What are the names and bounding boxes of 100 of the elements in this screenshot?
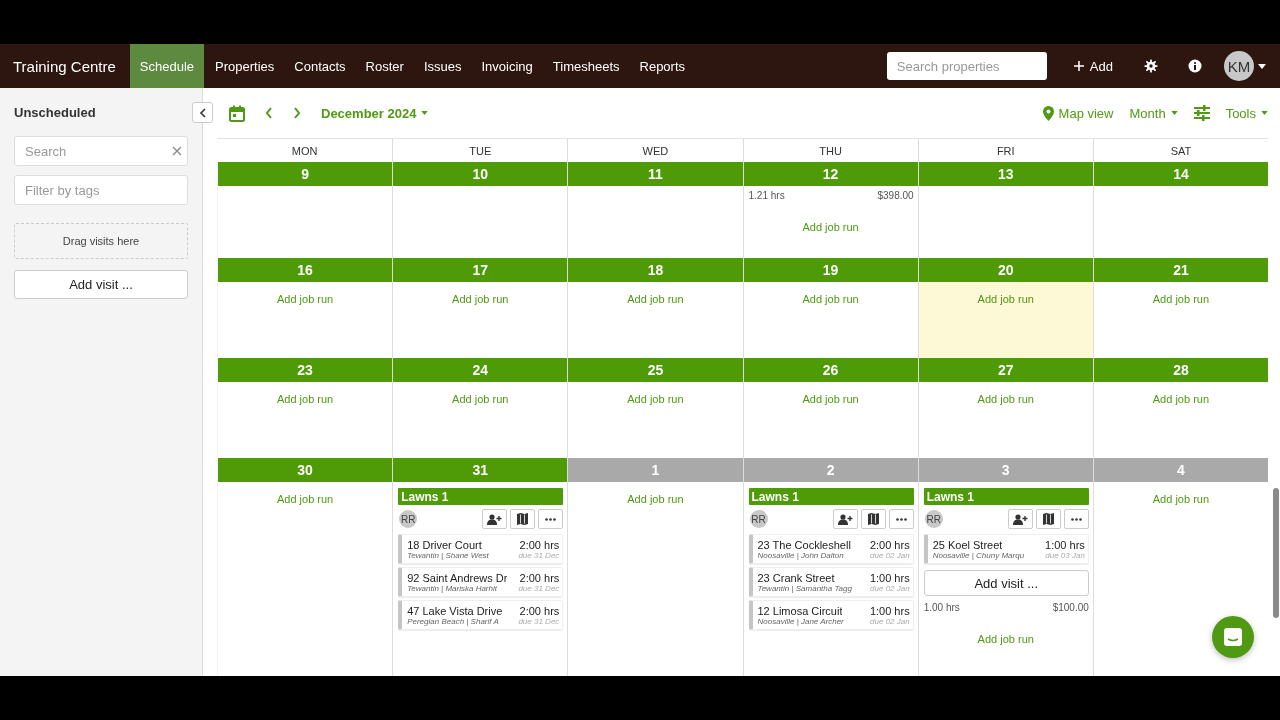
visit-card[interactable]: 23 The Cockleshell 2:00 hrs Noosaville | John Dalton due 02 Jan (748, 534, 914, 564)
add-job-run-link[interactable]: Add job run (1093, 293, 1268, 305)
date-bar: 1 (568, 458, 743, 482)
weekday-header: TUE (469, 144, 492, 157)
weekday-header: SAT (1170, 144, 1192, 157)
caret-icon[interactable] (1258, 63, 1266, 69)
nav-tab[interactable]: Reports (630, 44, 695, 88)
add-job-run-link[interactable]: Add job run (1093, 493, 1268, 505)
ellipsis-icon (895, 517, 907, 521)
weekday-header: MON (291, 144, 318, 157)
add-job-run-link[interactable]: Add job run (568, 293, 743, 305)
search-field[interactable]: Search properties (886, 52, 1047, 80)
user-avatar[interactable]: KM (1224, 51, 1254, 81)
assign-staff-button[interactable] (482, 509, 508, 529)
add-job-run-link[interactable]: Add job run (218, 293, 393, 305)
search-field[interactable]: Search (14, 136, 188, 166)
add-job-run-link[interactable]: Add job run (218, 393, 393, 405)
calendar-icon[interactable] (229, 104, 245, 122)
scrollbar-thumb[interactable] (1273, 488, 1279, 618)
nav-tab[interactable]: Contacts (285, 44, 355, 88)
add-job-run-link[interactable]: Add job run (1093, 393, 1268, 405)
add-button[interactable]: Add (1072, 58, 1113, 74)
date-bar: 17 (393, 258, 568, 282)
due-date: due 02 Jan (870, 584, 910, 593)
more-button[interactable] (538, 509, 564, 529)
nav-tab[interactable]: Timesheets (543, 44, 629, 88)
info-icon[interactable] (1188, 59, 1202, 73)
add-job-run-link[interactable]: Add job run (743, 293, 918, 305)
due-date: due 02 Jan (870, 551, 910, 560)
more-button[interactable] (888, 509, 914, 529)
job-run-title[interactable]: Lawns 1 (398, 488, 564, 505)
visit-hours: 1:00 hrs (869, 572, 910, 584)
date-bar: 10 (393, 162, 568, 186)
add-job-run-link[interactable]: Add job run (743, 393, 918, 405)
nav-tab[interactable]: Schedule (129, 44, 205, 88)
date-bar: 13 (918, 162, 1093, 186)
visit-address: 47 Lake Vista Drive (407, 605, 503, 617)
add-job-run-link[interactable]: Add job run (568, 493, 743, 505)
visit-card[interactable]: 47 Lake Vista Drive 2:00 hrs Peregian Beach | Sharif A due 31 Dec (398, 600, 564, 630)
job-run-title[interactable]: Lawns 1 (748, 488, 914, 505)
visit-card[interactable]: 12 Limosa Circuit 1:00 hrs Noosaville | Jane Archer due 02 Jan (748, 600, 914, 630)
more-button[interactable] (1063, 509, 1089, 529)
map-button[interactable] (860, 509, 886, 529)
map-view-button[interactable]: Map view (1042, 105, 1114, 121)
date-bar: 26 (743, 358, 918, 382)
add-visit-button[interactable]: Add visit ... (923, 570, 1089, 596)
chat-button[interactable] (1212, 616, 1254, 658)
visit-card[interactable]: 23 Crank Street 1:00 hrs Tewantin | Samantha Tagg due 02 Jan (748, 567, 914, 597)
map-button[interactable] (1035, 509, 1061, 529)
nav-tab[interactable]: Properties (206, 44, 284, 88)
add-visit-button[interactable]: Add visit ... (14, 270, 188, 299)
weekday-header: THU (819, 144, 842, 157)
next-icon[interactable] (293, 107, 301, 119)
month-picker[interactable]: December 2024 (321, 105, 429, 121)
visit-hours: 2:00 hrs (519, 539, 560, 551)
add-job-run-link[interactable]: Add job run (918, 633, 1093, 645)
due-date: due 03 Jan (1045, 551, 1085, 560)
person-plus-icon (837, 513, 853, 525)
map-icon (1042, 513, 1054, 525)
sliders-icon[interactable] (1193, 105, 1210, 121)
nav-tab[interactable]: Roster (356, 44, 413, 88)
view-dropdown[interactable]: Month (1129, 105, 1178, 121)
visit-card[interactable]: 18 Driver Court 2:00 hrs Tewantin | Shane West due 31 Dec (398, 534, 564, 564)
date-bar: 30 (218, 458, 393, 482)
collapse-button[interactable] (192, 102, 213, 123)
visit-card[interactable]: 92 Saint Andrews Dr 2:00 hrs Tewantin | Mariska Harhit due 31 Dec (398, 567, 564, 597)
visit-details: Noosaville | Chuny Marqu (932, 551, 1025, 560)
nav-tab[interactable]: Invoicing (472, 44, 542, 88)
chevron-left-icon (199, 107, 206, 118)
add-job-run-link[interactable]: Add job run (743, 221, 918, 233)
assign-staff-button[interactable] (832, 509, 858, 529)
visit-address: 23 Crank Street (757, 572, 835, 584)
total-amount: $100.00 (1052, 602, 1089, 613)
map-pin-icon (1042, 105, 1054, 121)
map-button[interactable] (510, 509, 536, 529)
staff-avatar: RR (924, 510, 943, 528)
clear-icon[interactable] (172, 146, 182, 156)
visit-card[interactable]: 25 Koel Street 1:00 hrs Noosaville | Chuny Marqu due 03 Jan (923, 534, 1089, 564)
weekday-header: WED (642, 144, 669, 157)
date-bar: 18 (568, 258, 743, 282)
job-run-title[interactable]: Lawns 1 (923, 488, 1089, 505)
nav-tab[interactable]: Issues (414, 44, 471, 88)
sidebar-title: Unscheduled (14, 104, 96, 120)
visit-hours: 2:00 hrs (869, 539, 910, 551)
tools-dropdown[interactable]: Tools (1225, 105, 1268, 121)
add-job-run-link[interactable]: Add job run (393, 393, 568, 405)
assign-staff-button[interactable] (1007, 509, 1033, 529)
add-job-run-link[interactable]: Add job run (393, 293, 568, 305)
ellipsis-icon (545, 517, 557, 521)
add-job-run-link[interactable]: Add job run (218, 493, 393, 505)
add-job-run-link[interactable]: Add job run (568, 393, 743, 405)
tag-filter-field[interactable]: Filter by tags (14, 175, 188, 205)
add-job-run-link[interactable]: Add job run (918, 293, 1093, 305)
settings-icon[interactable] (1144, 59, 1158, 73)
previous-icon[interactable] (265, 107, 273, 119)
total-hours: 1.21 hrs (748, 190, 785, 201)
visit-address: 23 The Cockleshell (757, 539, 851, 551)
chat-icon (1223, 627, 1243, 647)
date-bar: 28 (1093, 358, 1268, 382)
add-job-run-link[interactable]: Add job run (918, 393, 1093, 405)
